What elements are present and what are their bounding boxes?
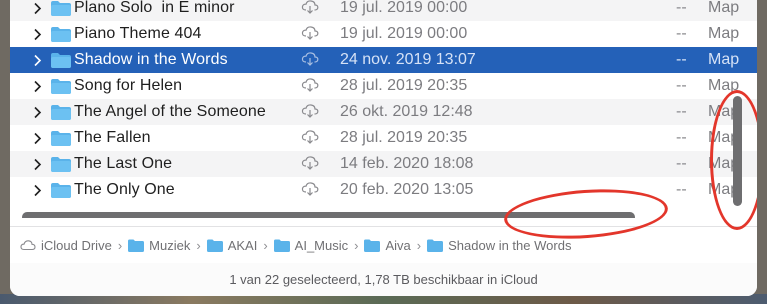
list-item[interactable]: Song for Helen 28 jul. 2019 20:35 -- Map: [10, 73, 757, 99]
folder-icon: [51, 0, 71, 21]
path-item-shadow-in-the-words[interactable]: Shadow in the Words: [427, 238, 571, 253]
folder-icon: [427, 239, 444, 252]
chevron-right-icon[interactable]: [30, 77, 44, 95]
file-name: Shadow in the Words: [74, 51, 228, 68]
file-size: --: [676, 0, 687, 16]
chevron-right-icon: ›: [354, 237, 359, 253]
cloud-download-icon[interactable]: [301, 77, 319, 98]
date-modified: 28 jul. 2019 20:35: [340, 77, 468, 94]
folder-icon: [51, 130, 71, 151]
file-name: The Fallen: [74, 129, 151, 146]
path-item-label: Aiva: [385, 237, 411, 253]
chevron-right-icon[interactable]: [30, 103, 44, 121]
list-item[interactable]: The Angel of the Someone 26 okt. 2019 12…: [10, 99, 757, 125]
file-kind: Map: [708, 0, 740, 16]
chevron-right-icon[interactable]: [30, 181, 44, 199]
file-name: The Angel of the Someone: [74, 103, 266, 120]
chevron-right-icon: ›: [196, 237, 201, 253]
chevron-right-icon: ›: [263, 237, 268, 253]
vertical-scrollbar[interactable]: [733, 96, 742, 206]
file-size: --: [676, 155, 687, 172]
file-name: The Last One: [74, 155, 173, 172]
folder-icon: [51, 104, 71, 125]
file-name: Plano Solo in E minor: [74, 0, 235, 16]
cloud-icon: [20, 240, 36, 251]
cloud-download-icon[interactable]: [301, 103, 319, 124]
file-kind: Map: [708, 77, 740, 94]
chevron-right-icon[interactable]: [30, 51, 44, 69]
date-modified: 24 nov. 2019 13:07: [340, 51, 476, 68]
file-size: --: [676, 129, 687, 146]
folder-icon: [273, 239, 290, 252]
folder-icon: [51, 156, 71, 177]
chevron-right-icon[interactable]: [30, 0, 44, 17]
status-text: 1 van 22 geselecteerd, 1,78 TB beschikba…: [229, 272, 538, 287]
file-size: --: [676, 25, 687, 42]
list-item[interactable]: Piano Theme 404 19 jul. 2019 00:00 -- Ma…: [10, 21, 757, 47]
folder-icon: [51, 26, 71, 47]
cloud-download-icon[interactable]: [301, 181, 319, 202]
date-modified: 19 jul. 2019 00:00: [340, 0, 468, 16]
list-item-selected[interactable]: Shadow in the Words 24 nov. 2019 13:07 -…: [10, 47, 757, 73]
cloud-download-icon[interactable]: [301, 25, 319, 46]
path-bar: iCloud Drive › Muziek › AKAI › AI_Music …: [10, 226, 757, 264]
folder-icon: [128, 239, 145, 252]
file-size: --: [676, 181, 687, 198]
path-item-label: AKAI: [227, 237, 258, 253]
folder-icon: [364, 239, 381, 252]
date-modified: 14 feb. 2020 18:08: [340, 155, 474, 172]
path-item-icloud-drive[interactable]: iCloud Drive: [20, 238, 112, 253]
file-name: Song for Helen: [74, 77, 183, 94]
list-item[interactable]: The Fallen 28 jul. 2019 20:35 -- Map: [10, 125, 757, 151]
status-bar: 1 van 22 geselecteerd, 1,78 TB beschikba…: [10, 263, 757, 296]
folder-icon: [51, 52, 71, 73]
path-item-label: Muziek: [149, 237, 191, 253]
folder-icon: [206, 239, 223, 252]
path-item-label: iCloud Drive: [41, 237, 112, 253]
path-item-label: AI_Music: [294, 237, 349, 253]
list-item[interactable]: The Only One 20 feb. 2020 13:05 -- Map: [10, 177, 757, 203]
path-item-akai[interactable]: AKAI: [206, 237, 258, 253]
cloud-download-icon[interactable]: [301, 0, 319, 20]
folder-icon: [51, 182, 71, 203]
file-kind: Map: [708, 25, 740, 42]
chevron-right-icon: ›: [416, 237, 422, 253]
finder-window: Plano Solo in E minor 19 jul. 2019 00:00…: [10, 0, 757, 296]
file-size: --: [676, 103, 687, 120]
list-item[interactable]: Plano Solo in E minor 19 jul. 2019 00:00…: [10, 0, 757, 21]
path-item-aiva[interactable]: Aiva: [364, 237, 411, 253]
chevron-right-icon[interactable]: [30, 129, 44, 147]
date-modified: 20 feb. 2020 13:05: [340, 181, 474, 198]
file-name: Piano Theme 404: [74, 25, 202, 42]
file-size: --: [676, 77, 687, 94]
path-item-muziek[interactable]: Muziek: [128, 238, 190, 253]
file-kind: Map: [708, 51, 740, 68]
chevron-right-icon[interactable]: [30, 25, 44, 43]
date-modified: 26 okt. 2019 12:48: [340, 103, 473, 120]
cloud-download-icon[interactable]: [301, 129, 319, 150]
file-name: The Only One: [74, 181, 175, 198]
list-item[interactable]: The Last One 14 feb. 2020 18:08 -- Map: [10, 151, 757, 177]
file-size: --: [676, 51, 687, 68]
horizontal-scrollbar[interactable]: [22, 212, 635, 218]
file-list[interactable]: Plano Solo in E minor 19 jul. 2019 00:00…: [10, 0, 757, 218]
chevron-right-icon[interactable]: [30, 155, 44, 173]
cloud-download-icon[interactable]: [301, 155, 319, 176]
folder-icon: [51, 78, 71, 99]
cloud-download-icon[interactable]: [301, 51, 319, 72]
date-modified: 28 jul. 2019 20:35: [340, 129, 468, 146]
chevron-right-icon: ›: [117, 237, 123, 253]
date-modified: 19 jul. 2019 00:00: [340, 25, 468, 42]
path-item-label: Shadow in the Words: [448, 237, 572, 253]
path-item-ai-music[interactable]: AI_Music: [273, 237, 349, 253]
